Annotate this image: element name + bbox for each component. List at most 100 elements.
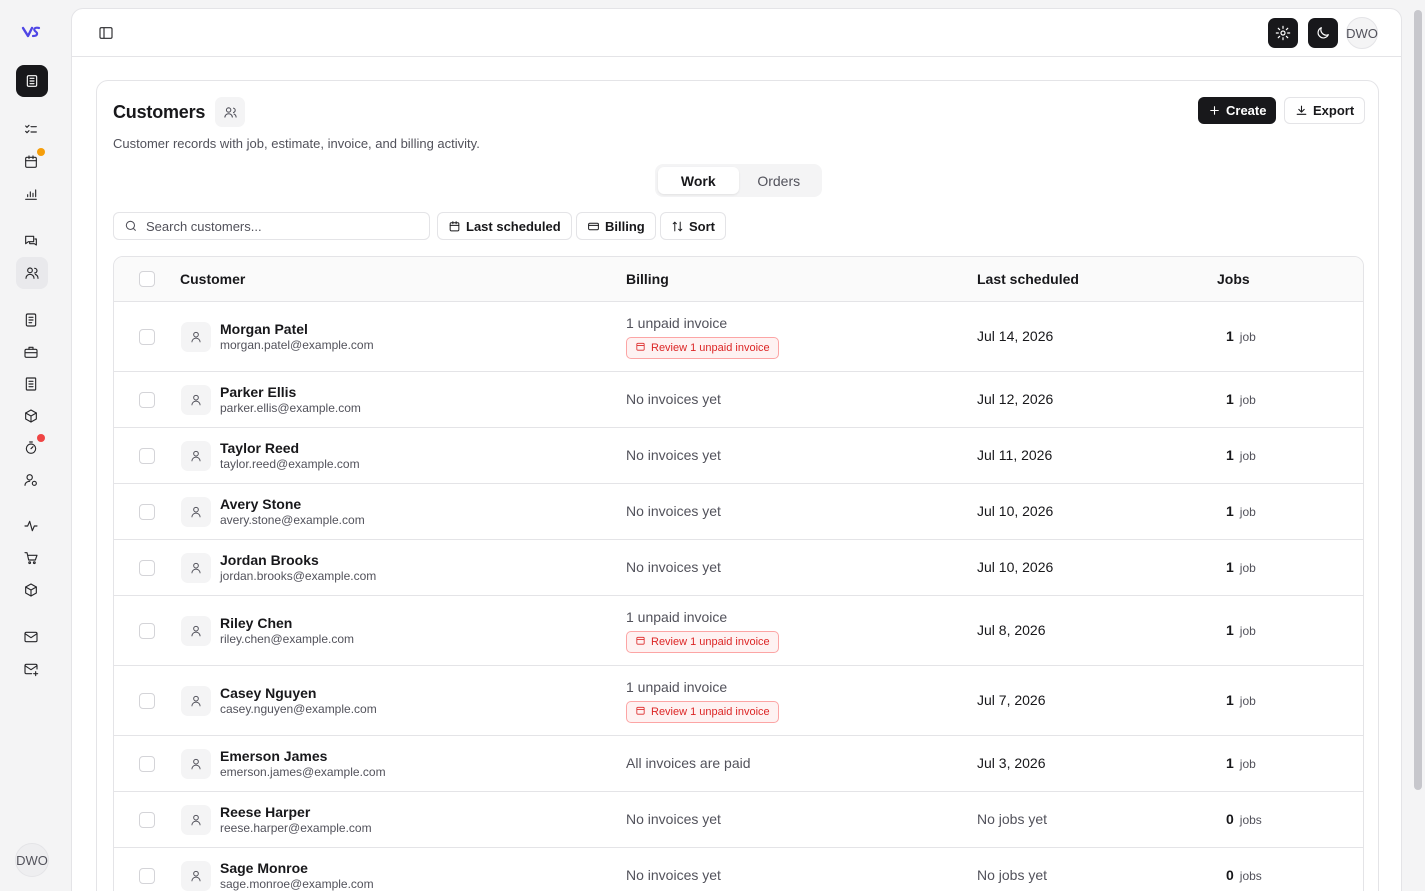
nav-invoices-icon[interactable] [20,373,42,395]
header-billing[interactable]: Billing [626,271,669,287]
row-checkbox[interactable] [139,868,155,884]
table-row[interactable]: Parker Ellis parker.ellis@example.com No i… [114,372,1363,428]
nav-cart-icon[interactable] [20,547,42,569]
export-button[interactable]: Export [1284,97,1366,124]
nav-customers-icon[interactable] [16,257,48,289]
row-checkbox[interactable] [139,560,155,576]
jobs-count: 1 job [1226,692,1256,708]
nav-inventory-icon[interactable] [20,579,42,601]
sidebar-toggle-icon[interactable] [96,23,116,43]
review-invoice-badge[interactable]: Review 1 unpaid invoice [626,701,779,723]
search-input[interactable] [146,218,406,234]
user-avatar[interactable]: DWO [1346,17,1378,49]
tab-work[interactable]: Work [658,167,739,194]
search-field[interactable] [113,212,430,240]
nav-home-icon[interactable] [16,65,48,97]
customers-card: Customers Customer records with job, est… [96,80,1379,891]
settings-button[interactable] [1268,18,1298,48]
nav-estimates-icon[interactable] [20,309,42,331]
table-row[interactable]: Casey Nguyen casey.nguyen@example.com 1 un… [114,666,1363,736]
row-checkbox[interactable] [139,693,155,709]
customer-name[interactable]: Riley Chen [220,615,292,631]
customer-name[interactable]: Avery Stone [220,496,301,512]
customer-name[interactable]: Taylor Reed [220,440,299,456]
customer-name[interactable]: Jordan Brooks [220,552,319,568]
row-checkbox[interactable] [139,392,155,408]
jobs-number: 1 [1226,447,1234,463]
nav-calendar-icon[interactable] [20,148,45,173]
row-checkbox[interactable] [139,756,155,772]
table-row[interactable]: Sage Monroe sage.monroe@example.com No inv… [114,848,1363,891]
tab-orders[interactable]: Orders [739,167,820,194]
sort-button[interactable]: Sort [660,212,726,240]
nav-team-icon[interactable] [20,469,42,491]
customer-name[interactable]: Morgan Patel [220,321,308,337]
review-invoice-badge[interactable]: Review 1 unpaid invoice [626,337,779,359]
customer-email: parker.ellis@example.com [220,401,361,415]
jobs-number: 1 [1226,692,1234,708]
sort-label: Sort [689,218,715,234]
jobs-number: 1 [1226,503,1234,519]
jobs-count: 1 job [1226,447,1256,463]
nav-messages-icon[interactable] [20,230,42,252]
page-scrollbar[interactable] [1414,10,1422,790]
jobs-unit: job [1239,694,1256,708]
export-label: Export [1313,103,1355,118]
row-checkbox[interactable] [139,623,155,639]
jobs-count: 0 jobs [1226,811,1262,827]
customer-name[interactable]: Sage Monroe [220,860,308,876]
header-last-scheduled[interactable]: Last scheduled [977,271,1079,287]
table-row[interactable]: Emerson James emerson.james@example.com Al… [114,736,1363,792]
select-all-checkbox[interactable] [139,271,155,287]
row-checkbox[interactable] [139,448,155,464]
nav-activity-icon[interactable] [20,515,42,537]
filter-last-scheduled-button[interactable]: Last scheduled [437,212,572,240]
create-button[interactable]: Create [1198,97,1277,124]
nav-reports-icon[interactable] [20,183,42,205]
nav-tasks-icon[interactable] [20,119,42,141]
nav-timers-icon[interactable] [20,434,45,459]
theme-toggle-button[interactable] [1308,18,1338,48]
invoice-icon [635,341,646,355]
nav-mail-icon[interactable] [20,626,42,648]
customer-name[interactable]: Emerson James [220,748,327,764]
billing-status: No invoices yet [626,503,721,519]
customer-name[interactable]: Parker Ellis [220,384,296,400]
table-row[interactable]: Morgan Patel morgan.patel@example.com 1 un… [114,302,1363,372]
table-row[interactable]: Jordan Brooks jordan.brooks@example.com No… [114,540,1363,596]
header-customer[interactable]: Customer [180,271,245,287]
jobs-number: 1 [1226,559,1234,575]
filter-last-scheduled-label: Last scheduled [466,218,561,234]
download-icon [1296,105,1307,115]
nav-mail-add-icon[interactable] [20,658,42,680]
customer-email: avery.stone@example.com [220,513,365,527]
jobs-unit: jobs [1239,813,1262,827]
last-scheduled-date: Jul 3, 2026 [977,755,1046,771]
table-row[interactable]: Reese Harper reese.harper@example.com No i… [114,792,1363,848]
last-scheduled-date: Jul 7, 2026 [977,692,1046,708]
jobs-count: 0 jobs [1226,867,1262,883]
last-scheduled-date: Jul 10, 2026 [977,559,1054,575]
rail-user-avatar[interactable]: DWO [15,843,49,877]
table-row[interactable]: Taylor Reed taylor.reed@example.com No inv… [114,428,1363,484]
review-invoice-badge[interactable]: Review 1 unpaid invoice [626,631,779,653]
table-row[interactable]: Riley Chen riley.chen@example.com 1 unpaid… [114,596,1363,666]
table-row[interactable]: Avery Stone avery.stone@example.com No inv… [114,484,1363,540]
last-scheduled-date: Jul 11, 2026 [977,447,1053,463]
nav-jobs-icon[interactable] [20,341,42,363]
customer-name[interactable]: Reese Harper [220,804,310,820]
filter-billing-button[interactable]: Billing [576,212,656,240]
row-checkbox[interactable] [139,504,155,520]
plus-icon [1210,106,1219,115]
users-icon [215,97,246,127]
billing-status: No invoices yet [626,391,721,407]
row-checkbox[interactable] [139,812,155,828]
header-jobs[interactable]: Jobs [1217,271,1250,287]
billing-status: No invoices yet [626,811,721,827]
customer-name[interactable]: Casey Nguyen [220,685,316,701]
jobs-unit: job [1239,449,1256,463]
calendar-icon [449,220,460,231]
nav-products-icon[interactable] [20,405,42,427]
customer-avatar-icon [181,805,211,835]
row-checkbox[interactable] [139,329,155,345]
